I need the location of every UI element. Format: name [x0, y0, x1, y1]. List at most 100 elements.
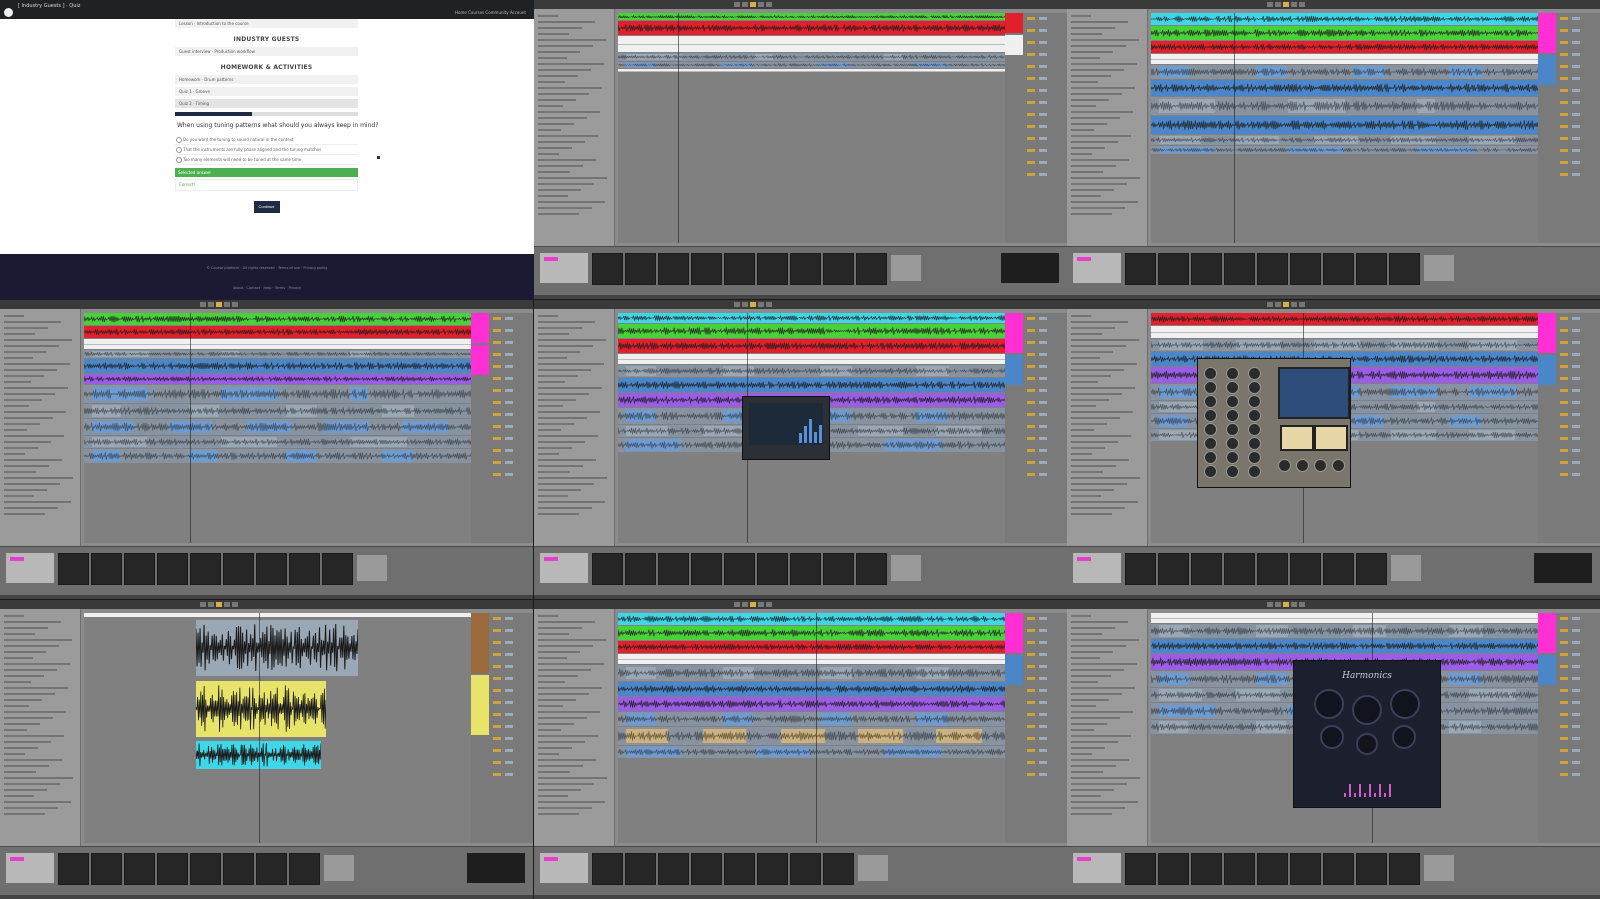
knob-icon[interactable] — [1390, 689, 1420, 719]
track-solo-button[interactable] — [505, 713, 513, 716]
track-solo-button[interactable] — [1039, 629, 1047, 632]
drum-pad[interactable] — [757, 553, 788, 585]
browser-item[interactable] — [538, 321, 595, 323]
browser-tab-title[interactable]: [ Industry Guests ] · Quiz — [18, 3, 80, 9]
clip-color-swatch[interactable] — [10, 557, 24, 561]
track-activator-button[interactable] — [493, 665, 501, 668]
drum-pad[interactable] — [724, 253, 755, 285]
browser-item[interactable] — [538, 75, 578, 77]
arrangement-track[interactable] — [84, 404, 471, 418]
knob-icon[interactable] — [1204, 437, 1217, 450]
track-solo-button[interactable] — [1039, 701, 1047, 704]
browser-item[interactable] — [538, 45, 593, 47]
track-activator-button[interactable] — [1560, 41, 1568, 44]
track-solo-button[interactable] — [505, 677, 513, 680]
eq-plugin-window[interactable] — [742, 396, 830, 460]
browser-item[interactable] — [4, 801, 71, 803]
browser-item[interactable] — [4, 741, 51, 743]
drum-pad[interactable] — [190, 853, 221, 885]
browser-item[interactable] — [538, 381, 565, 383]
knob-icon[interactable] — [1332, 459, 1345, 472]
arrangement-track[interactable] — [1151, 326, 1538, 338]
daw-browser-panel[interactable] — [0, 309, 81, 547]
browser-item[interactable] — [1071, 45, 1126, 47]
browser-item[interactable] — [538, 645, 593, 647]
transport-button[interactable] — [1299, 302, 1305, 307]
track-solo-button[interactable] — [1572, 329, 1580, 332]
clip-color-swatch[interactable] — [1077, 257, 1091, 261]
browser-item[interactable] — [538, 801, 605, 803]
browser-item[interactable] — [1071, 63, 1137, 65]
arrangement-track[interactable] — [1151, 116, 1538, 134]
browser-item[interactable] — [1071, 501, 1138, 503]
drum-pad[interactable] — [757, 853, 788, 885]
browser-item[interactable] — [4, 507, 58, 509]
browser-item[interactable] — [538, 417, 587, 419]
track-activator-button[interactable] — [1027, 101, 1035, 104]
browser-item[interactable] — [1071, 489, 1114, 491]
track-color-strip[interactable] — [1005, 355, 1023, 385]
browser-item[interactable] — [4, 483, 60, 485]
transport-button[interactable] — [200, 302, 206, 307]
browser-item[interactable] — [4, 345, 59, 347]
drum-pad[interactable] — [1224, 253, 1255, 285]
track-solo-button[interactable] — [1572, 53, 1580, 56]
transport-button[interactable] — [750, 2, 756, 7]
track-solo-button[interactable] — [1572, 101, 1580, 104]
browser-item[interactable] — [1071, 177, 1140, 179]
track-activator-button[interactable] — [1027, 653, 1035, 656]
browser-item[interactable] — [1071, 207, 1125, 209]
clip-color-swatch[interactable] — [544, 857, 558, 861]
track-solo-button[interactable] — [1572, 413, 1580, 416]
browser-item[interactable] — [1071, 33, 1102, 35]
browser-item[interactable] — [538, 315, 558, 317]
track-solo-button[interactable] — [1039, 77, 1047, 80]
browser-item[interactable] — [1071, 675, 1111, 677]
browser-item[interactable] — [1071, 189, 1114, 191]
track-activator-button[interactable] — [1027, 449, 1035, 452]
transport-button[interactable] — [1283, 302, 1289, 307]
track-solo-button[interactable] — [505, 341, 513, 344]
drum-pad[interactable] — [1290, 553, 1321, 585]
track-activator-button[interactable] — [1560, 113, 1568, 116]
browser-item[interactable] — [1071, 165, 1116, 167]
track-activator-button[interactable] — [1560, 365, 1568, 368]
browser-item[interactable] — [4, 735, 64, 737]
browser-item[interactable] — [538, 477, 607, 479]
arrangement-track[interactable] — [618, 36, 1005, 52]
browser-item[interactable] — [1071, 453, 1092, 455]
browser-item[interactable] — [1071, 405, 1096, 407]
daw-browser-panel[interactable] — [1067, 609, 1148, 847]
browser-item[interactable] — [538, 711, 600, 713]
drum-pad[interactable] — [157, 853, 188, 885]
playhead[interactable] — [259, 613, 260, 843]
browser-item[interactable] — [1071, 213, 1112, 215]
transport-button[interactable] — [766, 602, 772, 607]
track-solo-button[interactable] — [1039, 641, 1047, 644]
knob-icon[interactable] — [1314, 459, 1327, 472]
browser-item[interactable] — [4, 633, 35, 635]
track-activator-button[interactable] — [1560, 89, 1568, 92]
clip-color-swatch[interactable] — [1077, 857, 1091, 861]
browser-item[interactable] — [538, 795, 568, 797]
track-solo-button[interactable] — [1039, 101, 1047, 104]
transport-button[interactable] — [758, 2, 764, 7]
drum-pad[interactable] — [856, 253, 887, 285]
browser-item[interactable] — [538, 771, 570, 773]
browser-item[interactable] — [1071, 183, 1127, 185]
browser-item[interactable] — [4, 615, 24, 617]
track-solo-button[interactable] — [1572, 365, 1580, 368]
browser-item[interactable] — [1071, 417, 1120, 419]
browser-item[interactable] — [1071, 483, 1127, 485]
track-solo-button[interactable] — [505, 629, 513, 632]
track-solo-button[interactable] — [1039, 725, 1047, 728]
knob-icon[interactable] — [1204, 465, 1217, 478]
drum-pad[interactable] — [289, 553, 320, 585]
browser-item[interactable] — [1071, 399, 1109, 401]
browser-item[interactable] — [538, 183, 594, 185]
browser-item[interactable] — [1071, 759, 1129, 761]
drum-pad[interactable] — [1257, 853, 1288, 885]
track-activator-button[interactable] — [1560, 713, 1568, 716]
track-header-panel[interactable] — [1538, 313, 1600, 543]
browser-item[interactable] — [1071, 159, 1129, 161]
